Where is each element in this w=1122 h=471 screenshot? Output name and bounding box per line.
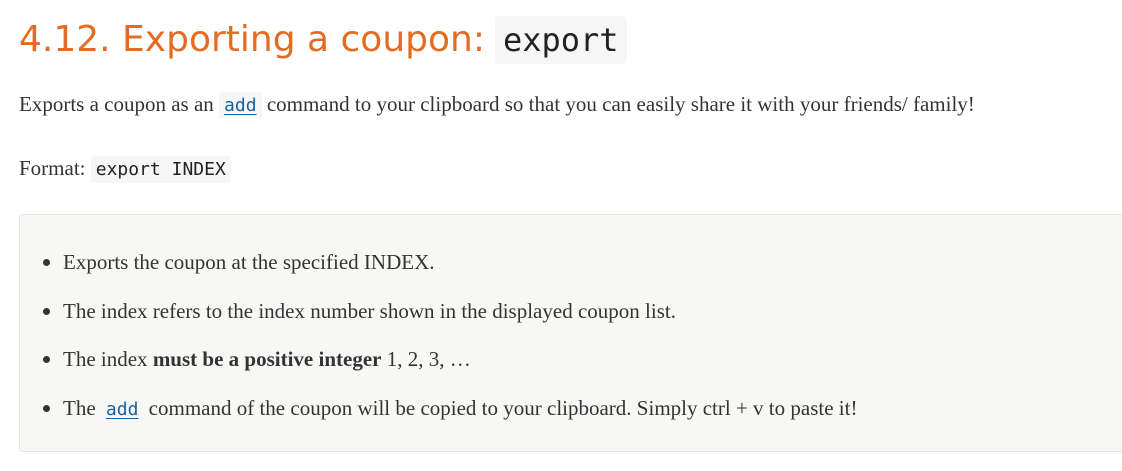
notes-list-item: The index refers to the index number sho…	[43, 297, 676, 325]
format-code-command: export	[95, 159, 161, 180]
add-command-link[interactable]: add	[219, 92, 262, 119]
section-heading: 4.12. Exporting a coupon: export	[19, 14, 627, 66]
intro-paragraph: Exports a coupon as an add command to yo…	[19, 90, 975, 120]
intro-text-before: Exports a coupon as an	[19, 92, 214, 116]
notes-list-item: The add command of the coupon will be co…	[43, 394, 858, 424]
heading-code: export	[494, 16, 627, 64]
bullet-icon	[43, 405, 50, 412]
notes-list-item: Exports the coupon at the specified INDE…	[43, 248, 435, 276]
notes-box: Exports the coupon at the specified INDE…	[19, 214, 1122, 452]
format-code-argument: INDEX	[171, 159, 226, 180]
bullet-icon	[43, 356, 50, 363]
format-label: Format:	[19, 156, 86, 180]
section-heading-text: 4.12. Exporting a coupon:	[19, 19, 485, 60]
note-text-after: command of the coupon will be copied to …	[148, 396, 858, 420]
note-bold-text: must be a positive integer	[152, 347, 382, 371]
format-code: export INDEX	[90, 156, 231, 183]
note-text: Exports the coupon at the specified INDE…	[63, 250, 435, 274]
note-text-after: 1, 2, 3, …	[386, 347, 471, 371]
note-text-before: The	[63, 396, 96, 420]
intro-text-after: command to your clipboard so that you ca…	[266, 92, 975, 116]
notes-list-item: The index must be a positive integer 1, …	[43, 345, 471, 373]
bullet-icon	[43, 259, 50, 266]
note-text-before: The index	[63, 347, 148, 371]
note-text: The index refers to the index number sho…	[63, 299, 676, 323]
bullet-icon	[43, 308, 50, 315]
add-command-link[interactable]: add	[100, 396, 144, 423]
format-line: Format: export INDEX	[19, 154, 231, 184]
